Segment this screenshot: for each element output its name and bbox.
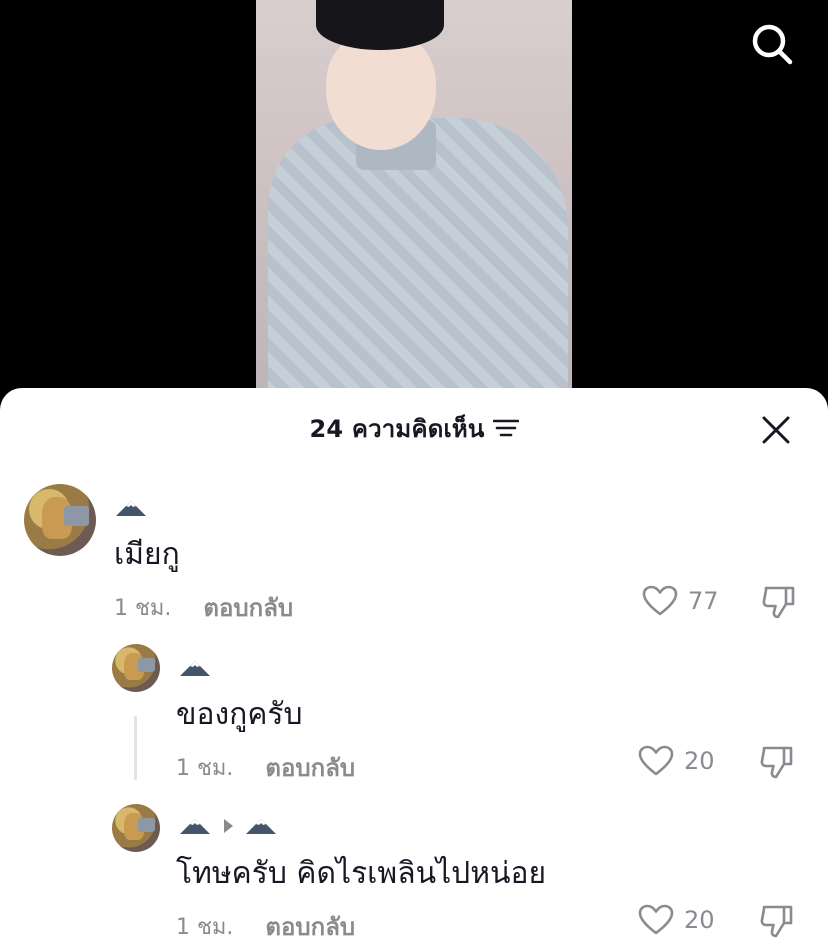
heart-icon [638,904,674,935]
mountain-icon [180,819,210,834]
username-row[interactable] [178,816,278,836]
like-button[interactable]: 20 [638,904,715,936]
dislike-button[interactable] [758,903,794,943]
video-subject-hair [316,0,444,50]
like-count: 20 [684,906,715,934]
mountain-icon [246,819,276,834]
search-button[interactable] [748,20,796,68]
thumbs-down-icon [760,905,793,938]
reply-item: โทษครับ คิดไรเพลินไปหน่อย 1 ชม. ตอบกลับ … [0,388,828,952]
video-area[interactable] [0,0,828,400]
search-icon [752,24,793,65]
caret-right-icon [224,819,233,833]
comment-text: โทษครับ คิดไรเพลินไปหน่อย [176,856,547,891]
comments-sheet: 24 ความคิดเห็น เมียกู 1 ชม. ตอบกลับ 77 ข… [0,388,828,952]
reply-button[interactable]: ตอบกลับ [265,907,355,946]
comment-meta: 1 ชม. ตอบกลับ [176,907,355,946]
video-frame[interactable] [256,0,572,392]
avatar[interactable] [112,804,160,852]
comment-timestamp: 1 ชม. [176,915,234,940]
